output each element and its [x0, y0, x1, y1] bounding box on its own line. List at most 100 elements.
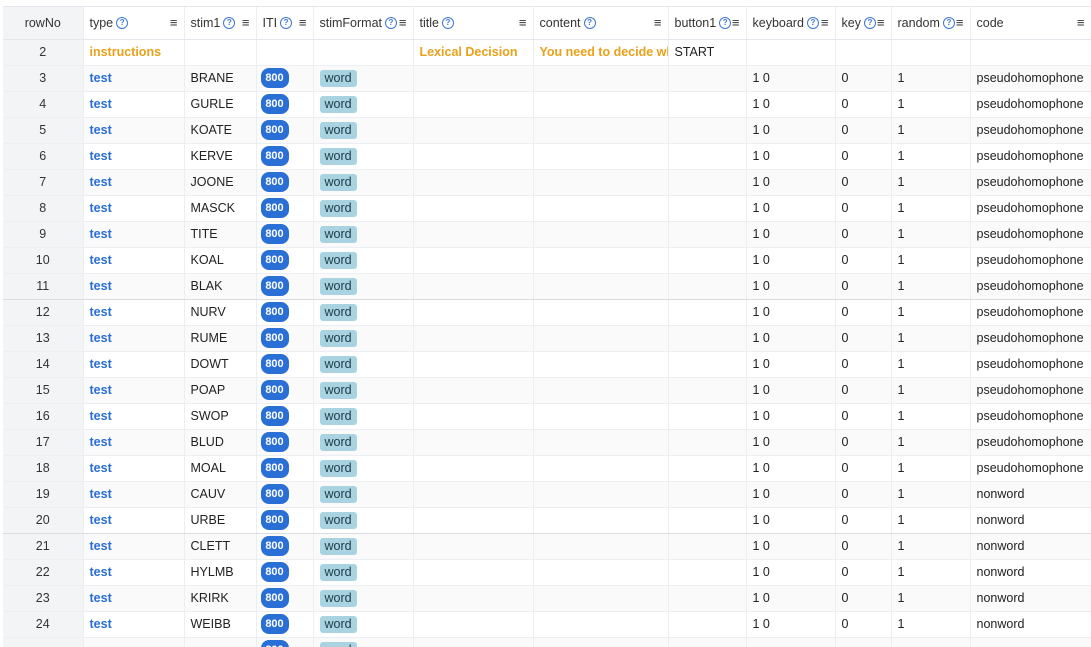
cell-title[interactable] — [413, 117, 533, 143]
help-icon[interactable]: ? — [385, 17, 397, 29]
cell-type[interactable]: test — [83, 143, 184, 169]
cell-iti[interactable]: 800 — [256, 91, 313, 117]
table-row[interactable]: 3testBRANE800word1 001pseudohomophone — [3, 65, 1091, 91]
cell-button1[interactable] — [668, 351, 746, 377]
cell-stimformat[interactable]: word — [313, 65, 413, 91]
column-header-key[interactable]: key?≡ — [835, 7, 891, 39]
cell-key[interactable]: 0 — [835, 559, 891, 585]
help-icon[interactable]: ? — [116, 17, 128, 29]
cell-code[interactable]: pseudohomophone — [970, 377, 1091, 403]
cell-key[interactable]: 0 — [835, 143, 891, 169]
cell-title[interactable] — [413, 455, 533, 481]
cell-keyboard[interactable]: 1 0 — [746, 143, 835, 169]
cell-iti[interactable]: 800 — [256, 247, 313, 273]
cell-content[interactable] — [533, 247, 668, 273]
cell-code[interactable]: nonword — [970, 507, 1091, 533]
cell-stimformat[interactable]: word — [313, 585, 413, 611]
column-header-rowno[interactable]: rowNo — [3, 7, 83, 39]
cell-stimformat[interactable]: word — [313, 403, 413, 429]
cell-iti[interactable]: 800 — [256, 507, 313, 533]
cell-title[interactable] — [413, 507, 533, 533]
cell-type[interactable]: test — [83, 611, 184, 637]
table-row[interactable]: 13testRUME800word1 001pseudohomophone — [3, 325, 1091, 351]
cell-content[interactable] — [533, 585, 668, 611]
table-row[interactable]: 2instructionsLexical DecisionYou need to… — [3, 39, 1091, 65]
cell-title[interactable] — [413, 559, 533, 585]
cell-iti[interactable]: 800 — [256, 481, 313, 507]
cell-stim1[interactable] — [184, 39, 256, 65]
cell-button1[interactable] — [668, 325, 746, 351]
cell-code[interactable] — [970, 39, 1091, 65]
table-row[interactable]: 6testKERVE800word1 001pseudohomophone — [3, 143, 1091, 169]
cell-keyboard[interactable]: 1 0 — [746, 221, 835, 247]
cell-title[interactable]: Lexical Decision — [413, 39, 533, 65]
cell-key[interactable]: 0 — [835, 273, 891, 299]
cell-keyboard[interactable]: 1 0 — [746, 91, 835, 117]
cell-button1[interactable] — [668, 429, 746, 455]
cell-key[interactable]: 0 — [835, 169, 891, 195]
cell-keyboard[interactable]: 1 0 — [746, 507, 835, 533]
help-icon[interactable]: ? — [864, 17, 876, 29]
table-row[interactable]: 22testHYLMB800word1 001nonword — [3, 559, 1091, 585]
cell-type[interactable]: test — [83, 117, 184, 143]
cell-key[interactable]: 0 — [835, 481, 891, 507]
cell-key[interactable]: 0 — [835, 325, 891, 351]
cell-iti[interactable]: 800 — [256, 221, 313, 247]
help-icon[interactable]: ? — [584, 17, 596, 29]
cell-random[interactable]: 1 — [891, 403, 970, 429]
cell-stim1[interactable]: MOAL — [184, 455, 256, 481]
column-menu-icon[interactable]: ≡ — [956, 16, 964, 29]
cell-iti[interactable]: 800 — [256, 65, 313, 91]
table-row[interactable]: 11testBLAK800word1 001pseudohomophone — [3, 273, 1091, 299]
cell-random[interactable]: 1 — [891, 507, 970, 533]
column-menu-icon[interactable]: ≡ — [1077, 16, 1085, 29]
cell-code[interactable]: nonword — [970, 481, 1091, 507]
cell-content[interactable] — [533, 455, 668, 481]
cell-stim1[interactable]: BLAK — [184, 273, 256, 299]
cell-code[interactable]: pseudohomophone — [970, 403, 1091, 429]
cell-button1[interactable] — [668, 91, 746, 117]
help-icon[interactable]: ? — [442, 17, 454, 29]
cell-content[interactable] — [533, 273, 668, 299]
cell-random[interactable]: 1 — [891, 351, 970, 377]
cell-random[interactable]: 1 — [891, 299, 970, 325]
cell-type[interactable]: test — [83, 585, 184, 611]
cell-key[interactable]: 0 — [835, 455, 891, 481]
cell-random[interactable] — [891, 39, 970, 65]
cell-key[interactable]: 0 — [835, 351, 891, 377]
column-menu-icon[interactable]: ≡ — [821, 16, 829, 29]
cell-code[interactable]: pseudohomophone — [970, 455, 1091, 481]
cell-title[interactable] — [413, 299, 533, 325]
cell-stimformat[interactable]: word — [313, 377, 413, 403]
cell-iti[interactable]: 800 — [256, 299, 313, 325]
table-row[interactable]: 10testKOAL800word1 001pseudohomophone — [3, 247, 1091, 273]
cell-key[interactable]: 0 — [835, 299, 891, 325]
cell-code[interactable]: pseudohomophone — [970, 117, 1091, 143]
cell-iti[interactable] — [256, 39, 313, 65]
cell-stimformat[interactable]: word — [313, 169, 413, 195]
cell-content[interactable] — [533, 221, 668, 247]
cell-button1[interactable] — [668, 169, 746, 195]
table-row[interactable]: 8testMASCK800word1 001pseudohomophone — [3, 195, 1091, 221]
cell-title[interactable] — [413, 403, 533, 429]
cell-title[interactable] — [413, 585, 533, 611]
cell-random[interactable]: 1 — [891, 325, 970, 351]
cell-title[interactable] — [413, 273, 533, 299]
cell-random[interactable]: 1 — [891, 533, 970, 559]
cell-stim1[interactable]: KRIRK — [184, 585, 256, 611]
cell-stimformat[interactable]: word — [313, 299, 413, 325]
cell-code[interactable]: pseudohomophone — [970, 247, 1091, 273]
column-header-type[interactable]: type?≡ — [83, 7, 184, 39]
cell-content[interactable] — [533, 507, 668, 533]
cell-iti[interactable]: 800 — [256, 455, 313, 481]
cell-stimformat[interactable]: word — [313, 221, 413, 247]
cell-iti[interactable]: 800 — [256, 559, 313, 585]
cell-content[interactable] — [533, 325, 668, 351]
cell-stimformat[interactable]: word — [313, 481, 413, 507]
cell-title[interactable] — [413, 351, 533, 377]
cell-content[interactable] — [533, 117, 668, 143]
cell-keyboard[interactable]: 1 0 — [746, 195, 835, 221]
column-menu-icon[interactable]: ≡ — [299, 16, 307, 29]
cell-iti[interactable]: 800 — [256, 143, 313, 169]
cell-title[interactable] — [413, 325, 533, 351]
